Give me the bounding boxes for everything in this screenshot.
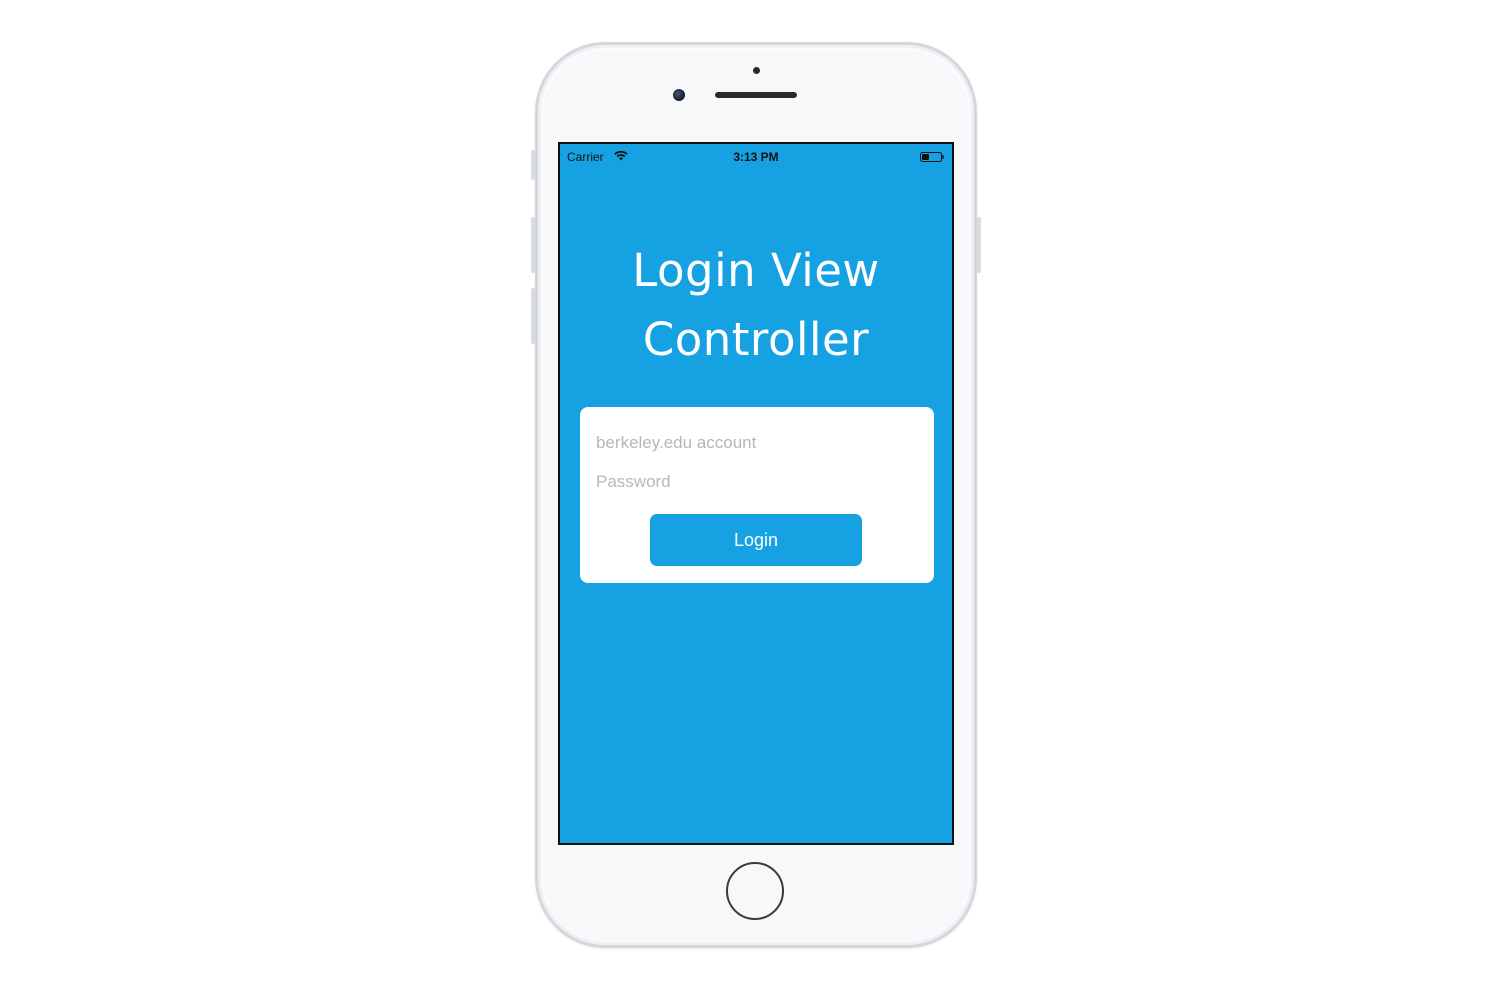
login-card: Login <box>580 407 934 583</box>
power-button <box>977 217 981 273</box>
proximity-sensor <box>753 67 760 74</box>
page-title: Login View Controller <box>560 236 952 374</box>
password-field[interactable] <box>596 468 916 496</box>
device-stage: Carrier 3:13 PM Login View Controller Lo… <box>0 0 1512 994</box>
status-bar: Carrier 3:13 PM <box>560 144 952 170</box>
battery-icon <box>920 152 944 162</box>
status-time: 3:13 PM <box>733 150 779 164</box>
front-camera-icon <box>673 89 685 101</box>
earpiece-speaker <box>715 92 797 98</box>
title-line-1: Login View <box>632 244 880 297</box>
login-screen: Carrier 3:13 PM Login View Controller Lo… <box>558 142 954 845</box>
home-button-icon[interactable] <box>726 862 784 920</box>
login-button[interactable]: Login <box>650 514 862 566</box>
title-line-2: Controller <box>642 313 870 366</box>
account-field[interactable] <box>596 429 916 457</box>
